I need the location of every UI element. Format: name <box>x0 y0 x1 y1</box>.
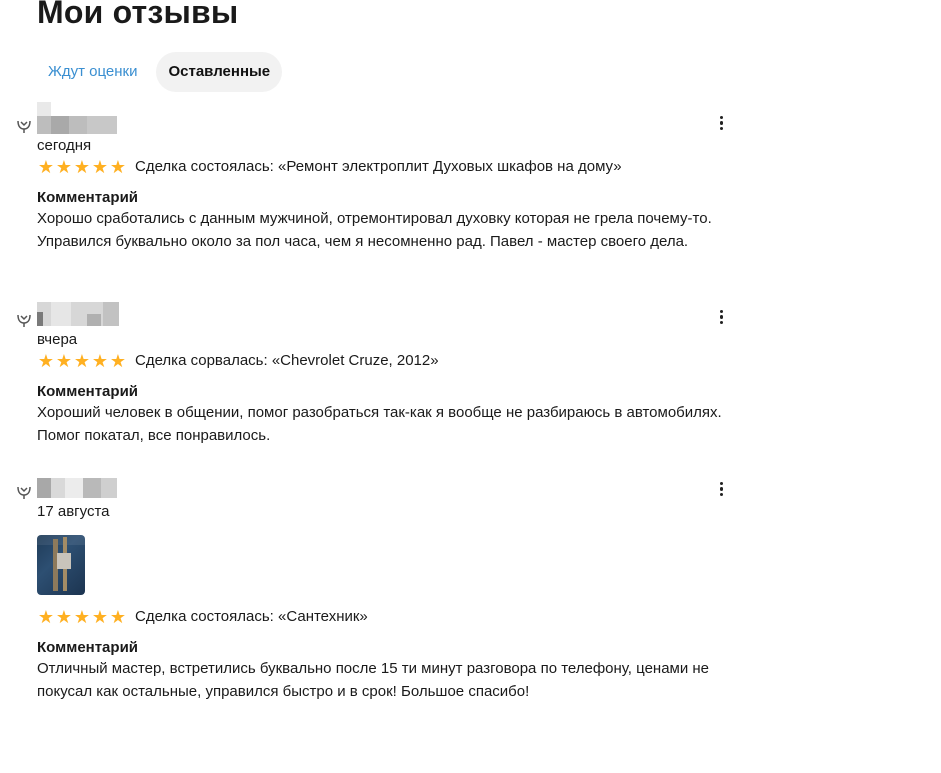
deal-status: Сделка сорвалась: «Chevrolet Cruze, 2012… <box>135 352 439 369</box>
more-options-icon[interactable] <box>716 114 728 132</box>
star-icon: ★ <box>109 607 127 627</box>
review-date: сегодня <box>37 137 92 154</box>
verified-badge-icon <box>17 486 31 499</box>
star-icon: ★ <box>73 607 91 627</box>
star-icon: ★ <box>109 157 127 177</box>
verified-badge-icon <box>17 120 31 133</box>
tab-left-reviews[interactable]: Оставленные <box>156 52 283 92</box>
rating-row: ★ ★ ★ ★ ★ Сделка состоялась: «Сантехник» <box>37 607 368 627</box>
reviewer-name-redacted <box>37 102 117 134</box>
review-date: вчера <box>37 331 78 348</box>
star-icon: ★ <box>55 157 73 177</box>
comment-text: Отличный мастер, встретились буквально п… <box>37 660 710 700</box>
rating-row: ★ ★ ★ ★ ★ Сделка состоялась: «Ремонт эле… <box>37 157 622 177</box>
star-icon: ★ <box>37 607 55 627</box>
more-options-icon[interactable] <box>716 480 728 498</box>
star-rating: ★ ★ ★ ★ ★ <box>37 608 127 626</box>
review-tabs: Ждут оценки Оставленные <box>36 52 283 92</box>
star-icon: ★ <box>37 157 55 177</box>
verified-badge-icon <box>17 314 31 327</box>
rating-row: ★ ★ ★ ★ ★ Сделка сорвалась: «Chevrolet C… <box>37 351 439 371</box>
comment-heading: Комментарий <box>37 189 139 206</box>
comment-heading: Комментарий <box>37 639 139 656</box>
star-icon: ★ <box>91 351 109 371</box>
star-icon: ★ <box>37 351 55 371</box>
star-rating: ★ ★ ★ ★ ★ <box>37 158 127 176</box>
comment-heading: Комментарий <box>37 383 139 400</box>
comment-text: Хорошо сработались с данным мужчиной, от… <box>37 210 712 250</box>
star-icon: ★ <box>55 351 73 371</box>
star-icon: ★ <box>109 351 127 371</box>
more-options-icon[interactable] <box>716 308 728 326</box>
review-date: 17 августа <box>37 503 110 520</box>
star-icon: ★ <box>73 351 91 371</box>
star-icon: ★ <box>55 607 73 627</box>
reviewer-name-redacted <box>37 478 117 498</box>
deal-status: Сделка состоялась: «Сантехник» <box>135 608 368 625</box>
star-icon: ★ <box>91 607 109 627</box>
review-photo-thumbnail[interactable] <box>37 535 85 595</box>
star-icon: ★ <box>91 157 109 177</box>
reviewer-name-redacted <box>37 302 119 326</box>
star-icon: ★ <box>73 157 91 177</box>
tab-awaiting-rating[interactable]: Ждут оценки <box>36 52 149 92</box>
deal-status: Сделка состоялась: «Ремонт электроплит Д… <box>135 158 622 175</box>
page-title: Мои отзывы <box>37 0 239 30</box>
star-rating: ★ ★ ★ ★ ★ <box>37 352 127 370</box>
comment-text: Хороший человек в общении, помог разобра… <box>37 404 722 444</box>
